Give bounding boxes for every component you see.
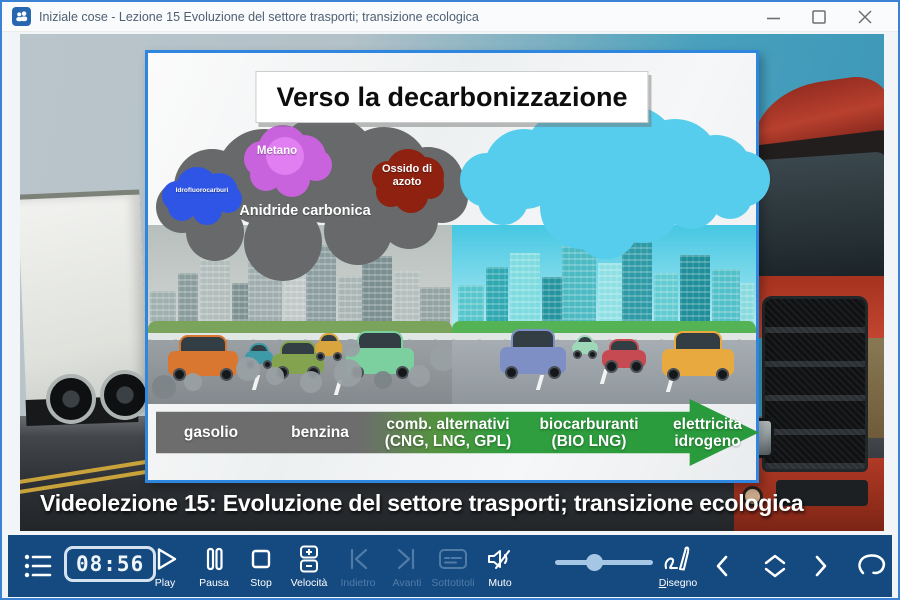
presentation-slide: Verso la decarbonizzazione — [145, 50, 759, 483]
car — [168, 335, 238, 379]
methane-cloud-label: Metano — [245, 145, 309, 157]
video-caption: Videolezione 15: Evoluzione del settore … — [40, 490, 860, 517]
maximize-icon[interactable] — [796, 3, 842, 31]
speed-button[interactable]: Velocità — [281, 544, 337, 589]
previous-button[interactable]: Indietro — [330, 544, 386, 589]
play-button[interactable]: Play — [137, 544, 193, 589]
slide-title: Verso la decarbonizzazione — [255, 71, 648, 123]
app-window: Iniziale cose - Lezione 15 Evoluzione de… — [0, 0, 900, 600]
car — [315, 333, 343, 359]
city-polluted-half — [148, 225, 452, 404]
titlebar: Iniziale cose - Lezione 15 Evoluzione de… — [2, 2, 898, 32]
car — [662, 331, 734, 379]
minimize-icon[interactable] — [750, 3, 796, 31]
video-area[interactable]: Verso la decarbonizzazione — [20, 34, 884, 531]
window-controls — [750, 3, 888, 31]
fuel-stage: gasolio — [156, 405, 266, 461]
player-toolbar: 08:56 Play Pausa Stop Velocità Indietro … — [8, 535, 892, 597]
chevron-left-icon[interactable] — [712, 551, 732, 586]
city-scene — [148, 225, 756, 404]
city-clean-half — [452, 225, 756, 404]
fuel-stage: elettricitàidrogeno — [656, 405, 759, 461]
app-people-icon — [12, 7, 31, 26]
fuel-stage-labels: gasolio benzina comb. alternativi(CNG, L… — [156, 405, 759, 461]
fuel-stage: comb. alternativi(CNG, LNG, GPL) — [374, 405, 522, 461]
car — [572, 335, 598, 357]
chevron-right-icon[interactable] — [811, 551, 831, 586]
fuel-stage: biocarburanti(BIO LNG) — [522, 405, 656, 461]
nox-cloud-label: Ossido di azoto — [374, 163, 440, 188]
window-title: Iniziale cose - Lezione 15 Evoluzione de… — [39, 10, 479, 24]
chevron-up-down-icon[interactable] — [760, 551, 790, 586]
volume-slider-track[interactable] — [555, 560, 653, 565]
hfc-cloud-label: Idrofluorocarburi — [160, 187, 244, 194]
exhaust-smoke — [236, 357, 260, 381]
volume-slider-handle[interactable] — [586, 554, 603, 571]
playlist-icon[interactable] — [22, 550, 54, 587]
draw-button[interactable]: Disegno — [650, 544, 706, 589]
fuel-stage: benzina — [266, 405, 374, 461]
car — [602, 339, 646, 371]
mute-button[interactable]: Muto — [472, 544, 528, 589]
co2-cloud-label: Anidride carbonica — [205, 203, 405, 219]
close-icon[interactable] — [842, 3, 888, 31]
car — [500, 329, 566, 377]
volume-slider[interactable] — [555, 554, 653, 571]
return-arrow-icon[interactable] — [854, 550, 890, 585]
